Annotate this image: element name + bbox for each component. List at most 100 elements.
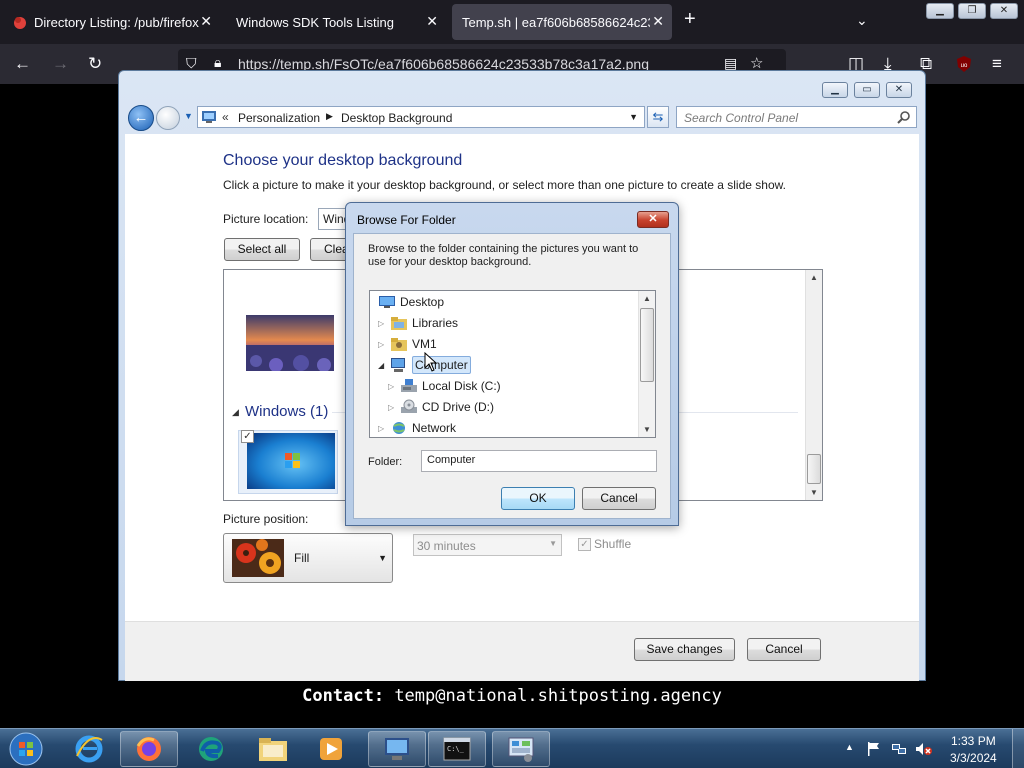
reload-icon[interactable]: ↻	[88, 54, 102, 74]
scroll-up-icon[interactable]: ▲	[810, 273, 818, 282]
picture-location-label: Picture location:	[223, 212, 309, 226]
shuffle-checkbox[interactable]: ✓	[578, 538, 591, 551]
tree-item-vm1[interactable]: ▷ VM1	[378, 334, 437, 354]
internet-explorer-icon	[75, 735, 103, 763]
ok-button[interactable]: OK	[501, 487, 575, 510]
landscape-wallpaper-thumbnail[interactable]	[246, 315, 334, 371]
breadcrumb-overflow-icon[interactable]: «	[222, 110, 229, 124]
breadcrumb-separator-icon[interactable]: ▶	[326, 111, 333, 122]
tab-directory-listing[interactable]: Directory Listing: /pub/firefox/r ✕	[2, 4, 220, 40]
tab-temp-sh[interactable]: Temp.sh | ea7f606b68586624c23533b ✕	[452, 4, 672, 40]
browse-for-folder-dialog: Browse For Folder ✕ Browse to the folder…	[345, 202, 679, 526]
cancel-button[interactable]: Cancel	[582, 487, 656, 510]
collapse-icon[interactable]: ◢	[378, 361, 388, 370]
taskbar-edge[interactable]	[182, 731, 240, 767]
wallpaper-checkbox[interactable]: ✓	[241, 430, 254, 443]
collapse-group-icon[interactable]: ◢	[232, 407, 239, 418]
cancel-button[interactable]: Cancel	[747, 638, 821, 661]
media-player-icon	[320, 738, 342, 760]
scrollbar-thumb[interactable]	[807, 454, 821, 484]
lock-icon[interactable]: 🔒︎	[214, 54, 221, 71]
tree-item-cd-drive[interactable]: ▷ CD Drive (D:)	[388, 397, 494, 417]
forward-button[interactable]	[156, 106, 180, 130]
slideshow-interval-select[interactable]: 30 minutes ▼	[413, 534, 562, 556]
page-title: Choose your desktop background	[223, 152, 463, 169]
hamburger-menu-icon[interactable]: ≡	[992, 54, 1002, 74]
search-icon[interactable]	[897, 110, 911, 124]
forward-arrow-icon[interactable]: →	[52, 54, 69, 74]
refresh-button[interactable]: ⇆	[647, 106, 669, 128]
taskbar-command-prompt[interactable]: C:\_	[428, 731, 486, 767]
svg-text:uo: uo	[961, 63, 968, 69]
clock-time[interactable]: 1:33 PM	[951, 734, 996, 748]
expand-icon[interactable]: ▷	[378, 340, 388, 349]
maximize-button[interactable]: ▭	[854, 82, 880, 98]
close-tab-icon[interactable]: ✕	[426, 13, 438, 30]
close-window-button[interactable]: ✕	[990, 3, 1018, 19]
expand-icon[interactable]: ▷	[378, 319, 388, 328]
tree-item-desktop[interactable]: Desktop	[378, 292, 444, 312]
close-window-button[interactable]: ✕	[886, 82, 912, 98]
browser-tab-bar: Directory Listing: /pub/firefox/r ✕ Wind…	[0, 0, 1024, 44]
dialog-instruction: Browse to the folder containing the pict…	[368, 243, 639, 268]
restore-button[interactable]: ❐	[958, 3, 986, 19]
taskbar-firefox[interactable]	[120, 731, 178, 767]
picture-position-label: Picture position:	[223, 512, 309, 526]
tree-item-network[interactable]: ▷ Network	[378, 418, 456, 437]
minimize-button[interactable]: ▁	[822, 82, 848, 98]
shuffle-label: Shuffle	[594, 537, 632, 551]
taskbar-control-panel-window[interactable]	[368, 731, 426, 767]
ublock-origin-icon[interactable]: uo	[955, 55, 973, 78]
taskbar-control-panel[interactable]	[492, 731, 550, 767]
contact-label: Contact:	[302, 686, 385, 706]
select-all-button[interactable]: Select all	[224, 238, 300, 261]
expand-icon[interactable]: ▷	[388, 403, 398, 412]
new-tab-icon[interactable]: +	[684, 8, 696, 31]
address-bar[interactable]: « Personalization ▶ Desktop Background ▼	[197, 106, 645, 128]
close-dialog-button[interactable]: ✕	[637, 211, 669, 228]
volume-muted-icon[interactable]	[915, 741, 933, 757]
scroll-down-icon[interactable]: ▼	[810, 488, 818, 497]
dropdown-arrow-icon[interactable]: ▼	[378, 553, 387, 563]
search-input[interactable]: Search Control Panel	[676, 106, 917, 128]
recent-pages-dropdown-icon[interactable]: ▼	[184, 111, 193, 121]
tab-title: Directory Listing: /pub/firefox/r	[34, 14, 199, 30]
windows7-wallpaper-thumbnail[interactable]	[247, 433, 335, 489]
dropdown-arrow-icon[interactable]: ▼	[549, 539, 557, 548]
scrollbar-thumb[interactable]	[640, 308, 654, 382]
save-changes-button[interactable]: Save changes	[634, 638, 735, 661]
back-arrow-icon[interactable]: ←	[14, 54, 31, 74]
taskbar-internet-explorer[interactable]	[60, 731, 118, 767]
dialog-title: Browse For Folder	[357, 213, 456, 227]
clock-date[interactable]: 3/3/2024	[950, 751, 997, 765]
close-tab-icon[interactable]: ✕	[652, 13, 664, 30]
folder-tree-scrollbar[interactable]: ▲ ▼	[638, 291, 655, 437]
close-tab-icon[interactable]: ✕	[200, 13, 212, 30]
windows-group-label[interactable]: Windows (1)	[245, 403, 328, 420]
breadcrumb-personalization[interactable]: Personalization	[238, 111, 320, 125]
taskbar-media-player[interactable]	[302, 731, 360, 767]
chevron-down-icon[interactable]: ⌄	[856, 12, 868, 29]
scroll-up-icon[interactable]: ▲	[643, 294, 651, 303]
show-desktop-button[interactable]	[1012, 729, 1024, 768]
address-dropdown-icon[interactable]: ▼	[629, 112, 638, 122]
user-folder-icon	[391, 338, 407, 351]
minimize-button[interactable]: ▁	[926, 3, 954, 19]
tree-item-libraries[interactable]: ▷ Libraries	[378, 313, 458, 333]
network-status-icon[interactable]	[891, 741, 907, 757]
breadcrumb-desktop-background[interactable]: Desktop Background	[341, 111, 452, 125]
start-button[interactable]	[6, 731, 46, 767]
show-hidden-icons-icon[interactable]: ▲	[845, 742, 854, 752]
action-center-flag-icon[interactable]	[866, 741, 882, 757]
windows-wallpaper-item[interactable]: ✓	[238, 430, 338, 494]
folder-field[interactable]: Computer	[421, 450, 657, 472]
tab-windows-sdk[interactable]: Windows SDK Tools Listing ✕	[226, 4, 446, 40]
picture-list-scrollbar[interactable]: ▲ ▼	[805, 270, 822, 500]
expand-icon[interactable]: ▷	[388, 382, 398, 391]
tree-item-local-disk[interactable]: ▷ Local Disk (C:)	[388, 376, 501, 396]
scroll-down-icon[interactable]: ▼	[643, 425, 651, 434]
picture-position-select[interactable]: Fill ▼	[223, 533, 393, 583]
expand-icon[interactable]: ▷	[378, 424, 388, 433]
back-button[interactable]: ←	[128, 105, 154, 131]
taskbar-file-explorer[interactable]	[244, 731, 302, 767]
